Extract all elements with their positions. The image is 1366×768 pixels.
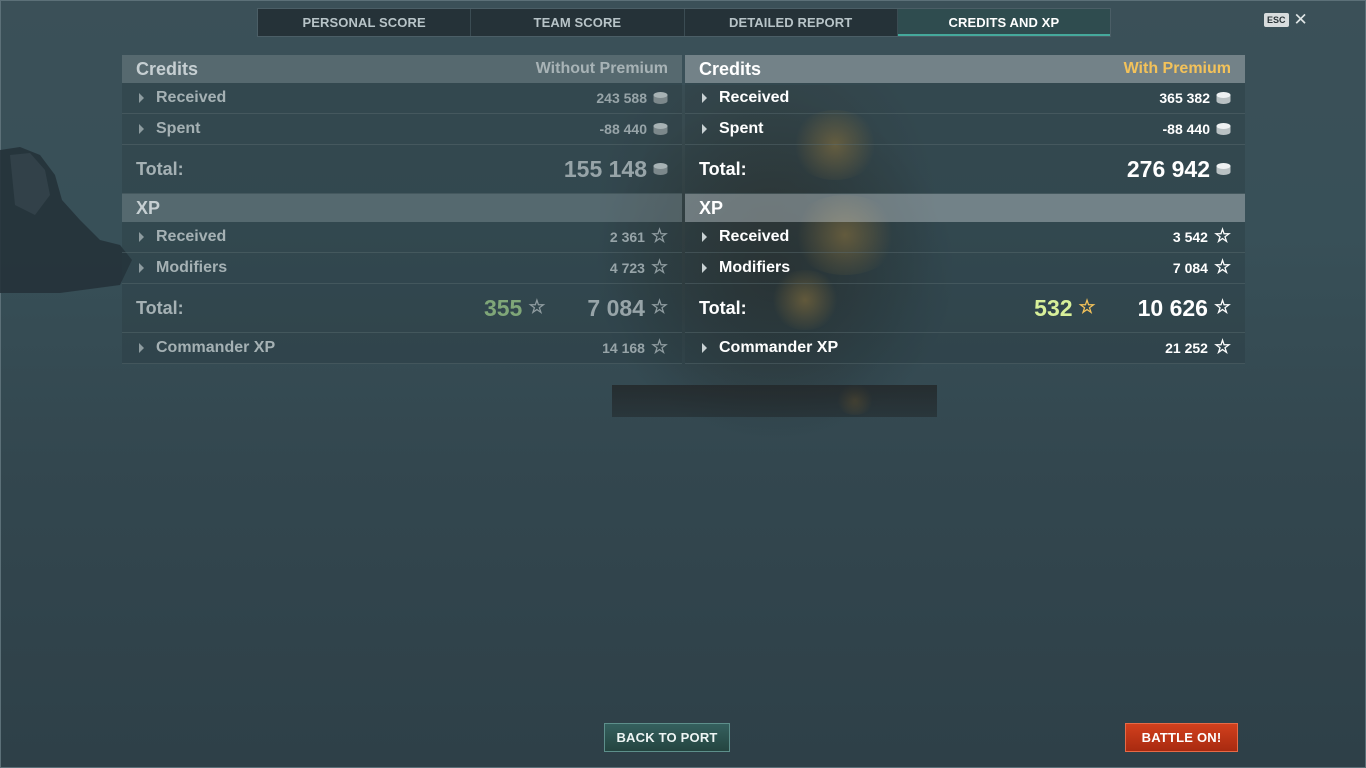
expand-caret-icon[interactable] [702, 343, 707, 353]
expand-caret-icon[interactable] [139, 124, 144, 134]
row-label: Commander XP [719, 339, 839, 356]
credits-coin-icon [653, 123, 668, 135]
battle-on-button[interactable]: BATTLE ON! [1125, 723, 1238, 752]
result-tabs: PERSONAL SCORE TEAM SCORE DETAILED REPOR… [257, 8, 1111, 37]
expand-caret-icon[interactable] [139, 263, 144, 273]
credits-header: Credits Without Premium [122, 55, 682, 83]
credits-spent-row[interactable]: Spent -88 440 [122, 114, 682, 145]
credits-coin-icon [1216, 163, 1231, 175]
expand-caret-icon[interactable] [702, 93, 707, 103]
xp-star-icon: ☆ [1213, 226, 1231, 247]
row-label: Spent [156, 120, 201, 137]
xp-star-icon: ☆ [1078, 297, 1096, 318]
xp-star-icon: ☆ [650, 257, 668, 278]
xp-title: XP [699, 197, 724, 218]
row-label: Received [719, 228, 790, 245]
expand-caret-icon[interactable] [139, 93, 144, 103]
premium-xp-value: 532 [1034, 294, 1073, 321]
commander-xp-value: 14 168 [602, 340, 645, 356]
credits-total-row: Total: 155 148 [122, 145, 682, 194]
xp-total-row: Total: 355 ☆ 7 084 ☆ [122, 284, 682, 333]
row-label: Received [719, 89, 790, 106]
credits-total-row: Total: 276 942 [685, 145, 1245, 194]
xp-header: XP [122, 194, 682, 222]
xp-total-row: Total: 532 ☆ 10 626 ☆ [685, 284, 1245, 333]
credits-spent-row[interactable]: Spent -88 440 [685, 114, 1245, 145]
close-icon[interactable]: ✕ [1294, 11, 1308, 28]
total-label: Total: [136, 297, 184, 318]
esc-close[interactable]: ESC ✕ [1264, 11, 1308, 28]
credits-header: Credits With Premium [685, 55, 1245, 83]
credits-spent-value: -88 440 [1162, 121, 1210, 137]
commander-xp-value: 21 252 [1165, 340, 1208, 356]
xp-star-icon: ☆ [650, 297, 668, 318]
total-label: Total: [136, 158, 184, 179]
row-label: Commander XP [156, 339, 276, 356]
xp-received-row[interactable]: Received 2 361 ☆ [122, 222, 682, 253]
total-label: Total: [699, 158, 747, 179]
back-to-port-button[interactable]: BACK TO PORT [604, 723, 730, 752]
premium-xp-value: 355 [483, 294, 523, 321]
xp-star-icon: ☆ [1213, 257, 1231, 278]
xp-received-value: 3 542 [1172, 229, 1208, 245]
expand-caret-icon[interactable] [139, 232, 144, 242]
without-premium-panel: Credits Without Premium Received 243 588… [122, 55, 682, 364]
xp-star-icon: ☆ [528, 297, 546, 318]
credits-spent-value: -88 440 [599, 121, 647, 137]
row-label: Received [156, 89, 227, 106]
credits-coin-icon [1216, 92, 1231, 104]
expand-caret-icon[interactable] [702, 232, 707, 242]
xp-header: XP [685, 194, 1245, 222]
xp-total-value: 7 084 [587, 294, 645, 321]
xp-modifiers-row[interactable]: Modifiers 7 084 ☆ [685, 253, 1245, 284]
expand-caret-icon[interactable] [702, 263, 707, 273]
tab-credits-and-xp[interactable]: CREDITS AND XP [897, 9, 1110, 36]
commander-xp-row[interactable]: Commander XP 21 252 ☆ [685, 333, 1245, 364]
xp-star-icon: ☆ [1213, 337, 1231, 358]
xp-total-value: 10 626 [1137, 294, 1208, 321]
credits-received-value: 243 588 [596, 90, 647, 106]
expand-caret-icon[interactable] [702, 124, 707, 134]
total-label: Total: [699, 297, 747, 318]
row-label: Modifiers [719, 259, 791, 276]
credits-received-row[interactable]: Received 365 382 [685, 83, 1245, 114]
xp-star-icon: ☆ [1213, 297, 1231, 318]
with-premium-panel: Credits With Premium Received 365 382 Sp… [685, 55, 1245, 364]
xp-star-icon: ☆ [650, 337, 668, 358]
tab-detailed-report[interactable]: DETAILED REPORT [685, 9, 898, 36]
credits-received-row[interactable]: Received 243 588 [122, 83, 682, 114]
xp-received-value: 2 361 [609, 229, 645, 245]
xp-modifiers-value: 4 723 [609, 260, 645, 276]
credits-coin-icon [653, 92, 668, 104]
credits-title: Credits [136, 58, 199, 79]
credits-received-value: 365 382 [1159, 90, 1210, 106]
credits-title: Credits [699, 58, 762, 79]
credits-total-value: 276 942 [1126, 155, 1210, 182]
xp-modifiers-row[interactable]: Modifiers 4 723 ☆ [122, 253, 682, 284]
xp-modifiers-value: 7 084 [1172, 260, 1208, 276]
ship-hull [612, 385, 937, 417]
rock-island [0, 147, 132, 293]
credits-coin-icon [1216, 123, 1231, 135]
expand-caret-icon[interactable] [139, 343, 144, 353]
row-label: Received [156, 228, 227, 245]
xp-star-icon: ☆ [650, 226, 668, 247]
tab-personal-score[interactable]: PERSONAL SCORE [258, 9, 472, 36]
credits-total-value: 155 148 [563, 155, 647, 182]
xp-received-row[interactable]: Received 3 542 ☆ [685, 222, 1245, 253]
esc-key-badge: ESC [1264, 13, 1289, 27]
xp-title: XP [136, 197, 161, 218]
tab-team-score[interactable]: TEAM SCORE [471, 9, 685, 36]
without-premium-label: Without Premium [535, 60, 668, 77]
credits-coin-icon [653, 163, 668, 175]
with-premium-label: With Premium [1123, 60, 1231, 77]
row-label: Spent [719, 120, 764, 137]
row-label: Modifiers [156, 259, 228, 276]
commander-xp-row[interactable]: Commander XP 14 168 ☆ [122, 333, 682, 364]
